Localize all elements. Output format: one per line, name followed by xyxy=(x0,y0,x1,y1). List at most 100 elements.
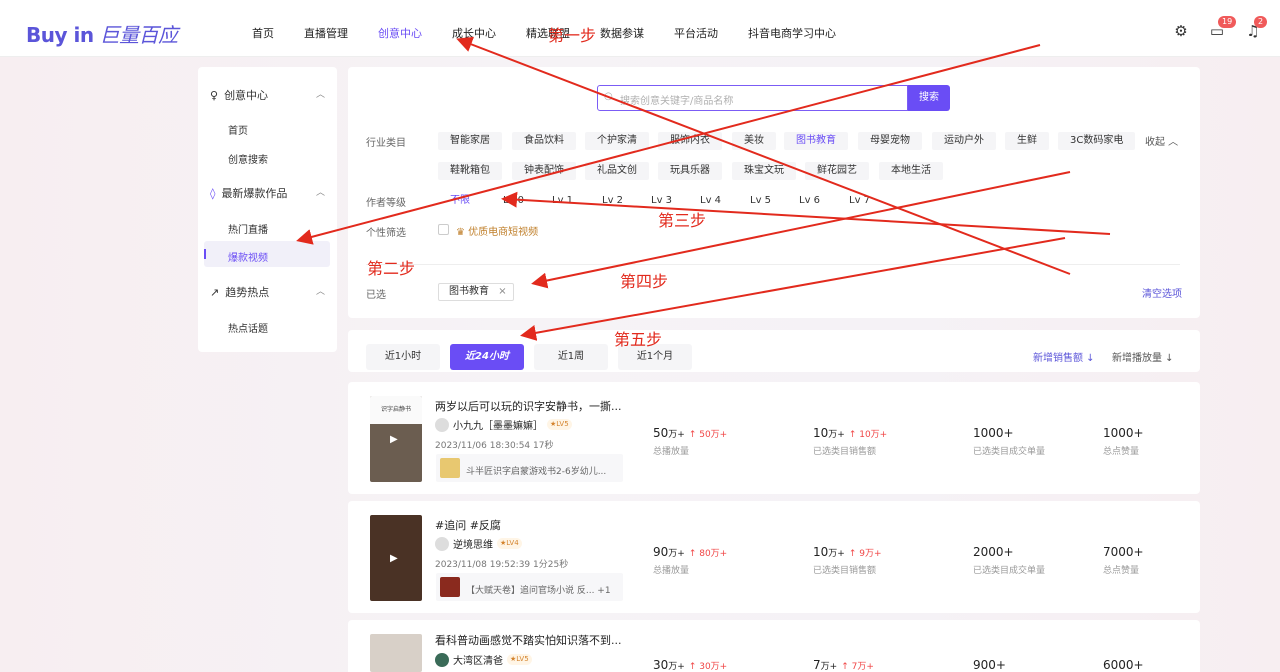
divider xyxy=(366,264,1180,265)
industry-chip-active[interactable]: 图书教育 xyxy=(784,132,848,150)
video-thumbnail[interactable] xyxy=(370,634,422,672)
time-1w-button[interactable]: 近1周 xyxy=(534,344,608,370)
level-badge: ★LV5 xyxy=(507,654,532,665)
level-chip[interactable]: Lv 1 xyxy=(540,192,585,210)
industry-chip[interactable]: 礼品文创 xyxy=(585,162,649,180)
level-chip-active[interactable]: 不限 xyxy=(438,192,482,210)
time-range-bar: 近1小时 近24小时 近1周 近1个月 新增销售额 ↓ 新增播放量 ↓ xyxy=(348,330,1200,372)
sidebar-item-home[interactable]: 首页 xyxy=(228,122,248,137)
chevron-up-icon[interactable]: ︿ xyxy=(316,185,325,198)
video-meta: 2023/11/08 19:52:39 1分25秒 xyxy=(435,560,569,570)
filter-panel: ○ 搜索创意关键字/商品名称 搜索 行业类目 智能家居 食品饮料 个护家清 服饰内… xyxy=(348,67,1200,318)
sidebar-item-videos[interactable]: 爆款视频 xyxy=(228,249,268,264)
sidebar-item-search[interactable]: 创意搜索 xyxy=(228,151,268,166)
nav-learning[interactable]: 抖音电商学习中心 xyxy=(748,25,836,41)
annotation-step3: 第三步 xyxy=(658,211,707,230)
logo[interactable]: Buy in 巨量百应 xyxy=(26,19,178,48)
chevron-up-icon[interactable]: ︿ xyxy=(316,87,325,100)
industry-chip[interactable]: 生鲜 xyxy=(1005,132,1049,150)
nav-growth[interactable]: 成长中心 xyxy=(452,25,496,41)
notification-badge: 2 xyxy=(1254,16,1268,28)
message-icon[interactable]: ▭ 19 xyxy=(1209,16,1237,39)
author-level-label: 作者等级 xyxy=(366,198,406,209)
top-bar: Buy in 巨量百应 首页 直播管理 创意中心 成长中心 精选联盟 数据参谋 平… xyxy=(0,0,1280,57)
nav-activity[interactable]: 平台活动 xyxy=(674,25,718,41)
annotation-step5: 第五步 xyxy=(614,330,663,349)
selected-label: 已选 xyxy=(366,290,386,301)
level-chip[interactable]: Lv 7 xyxy=(837,192,882,210)
level-badge: ★LV4 xyxy=(497,538,522,549)
metric-likes: 7000+ 总点赞量 xyxy=(1103,545,1144,576)
metric-sales: 10万+ ↑ 9万+ 已选类目销售额 xyxy=(813,545,882,576)
search-input[interactable]: ○ 搜索创意关键字/商品名称 xyxy=(597,85,908,111)
product-item[interactable]: 斗半匠识字启蒙游戏书2-6岁幼儿... xyxy=(436,454,623,482)
medal-icon: ♛ xyxy=(456,227,465,238)
time-24h-button[interactable]: 近24小时 xyxy=(450,344,524,370)
industry-chip[interactable]: 个护家清 xyxy=(585,132,649,150)
industry-chip[interactable]: 3C数码家电 xyxy=(1058,132,1136,150)
close-icon[interactable]: × xyxy=(498,286,506,297)
video-thumbnail[interactable]: 识字启静书 ▶ xyxy=(370,396,422,482)
industry-label: 行业类目 xyxy=(366,138,406,149)
nav-home[interactable]: 首页 xyxy=(252,25,274,41)
personal-filter-label: 个性筛选 xyxy=(366,228,406,239)
sort-sales-button[interactable]: 新增销售额 ↓ xyxy=(1033,349,1095,364)
industry-chip[interactable]: 珠宝文玩 xyxy=(732,162,796,180)
level-chip[interactable]: Lv 6 xyxy=(787,192,832,210)
industry-chip[interactable]: 美妆 xyxy=(732,132,776,150)
industry-chip[interactable]: 服饰内衣 xyxy=(658,132,722,150)
industry-chip[interactable]: 本地生活 xyxy=(879,162,943,180)
industry-chip[interactable]: 智能家居 xyxy=(438,132,502,150)
level-chip[interactable]: Lv 5 xyxy=(738,192,783,210)
video-title[interactable]: #追问 #反腐 xyxy=(435,517,501,533)
nav-data[interactable]: 数据参谋 xyxy=(600,25,644,41)
industry-chip[interactable]: 运动户外 xyxy=(932,132,996,150)
video-card[interactable]: 识字启静书 ▶ 两岁以后可以玩的识字安静书，一撕... 小九九［墨墨嫲嫲］ ★LV5… xyxy=(348,382,1200,494)
nav-live[interactable]: 直播管理 xyxy=(304,25,348,41)
sort-plays-button[interactable]: 新增播放量 ↓ xyxy=(1112,349,1174,364)
play-icon: ▶ xyxy=(390,434,398,445)
annotation-step1: 第一步 xyxy=(548,26,597,45)
level-chip[interactable]: Lv 2 xyxy=(590,192,635,210)
industry-chip[interactable]: 食品饮料 xyxy=(512,132,576,150)
metric-plays: 90万+ ↑ 80万+ 总播放量 xyxy=(653,545,728,576)
video-card[interactable]: ▶ #追问 #反腐 逆境思维 ★LV4 2023/11/08 19:52:39 1… xyxy=(348,501,1200,613)
nav-creative[interactable]: 创意中心 xyxy=(378,25,422,41)
play-icon: ▶ xyxy=(390,553,398,564)
metric-likes: 1000+ 总点赞量 xyxy=(1103,426,1144,457)
industry-chip[interactable]: 母婴宠物 xyxy=(858,132,922,150)
collapse-toggle[interactable]: 收起 ︿ xyxy=(1145,133,1178,148)
video-title[interactable]: 看科普动画感觉不踏实怕知识落不到... xyxy=(435,632,622,648)
video-card[interactable]: 看科普动画感觉不踏实怕知识落不到... 大湾区清爸 ★LV5 30万+ ↑ 30万+… xyxy=(348,620,1200,672)
level-badge: ★LV5 xyxy=(547,419,572,430)
time-1h-button[interactable]: 近1小时 xyxy=(366,344,440,370)
video-thumbnail[interactable]: ▶ xyxy=(370,515,422,601)
chevron-up-icon[interactable]: ︿ xyxy=(316,284,325,297)
sidebar-item-live[interactable]: 热门直播 xyxy=(228,221,268,236)
selected-chip[interactable]: 图书教育 × xyxy=(438,283,514,301)
sidebar-group-hot[interactable]: ◊ 最新爆款作品 xyxy=(210,185,287,201)
sidebar-group-creative[interactable]: ♀ 创意中心 xyxy=(210,87,268,103)
product-item[interactable]: 【大赋天卷】追问官场小说 反... +1 xyxy=(436,573,623,601)
metric-orders: 900+ xyxy=(973,658,1006,672)
level-chip[interactable]: Lv 0 xyxy=(491,192,536,210)
sidebar-item-topics[interactable]: 热点话题 xyxy=(228,320,268,335)
sidebar-active-indicator xyxy=(204,249,206,259)
search-icon: ○ xyxy=(604,91,613,102)
quality-checkbox[interactable] xyxy=(438,224,449,235)
search-button[interactable]: 搜索 xyxy=(908,85,950,111)
industry-chip[interactable]: 玩具乐器 xyxy=(658,162,722,180)
quality-option[interactable]: ♛ 优质电商短视频 xyxy=(456,223,538,238)
author-row: 小九九［墨墨嫲嫲］ ★LV5 xyxy=(435,417,572,432)
sidebar: ♀ 创意中心 ︿ 首页 创意搜索 ◊ 最新爆款作品 ︿ 热门直播 爆款视频 ↗ 趋势热… xyxy=(198,67,337,352)
video-title[interactable]: 两岁以后可以玩的识字安静书，一撕... xyxy=(435,398,622,414)
metric-plays: 30万+ ↑ 30万+ xyxy=(653,658,728,672)
sidebar-group-trend[interactable]: ↗ 趋势热点 xyxy=(210,284,269,300)
bell-icon[interactable]: ♫ 2 xyxy=(1245,16,1268,39)
gear-icon[interactable]: ⚙ xyxy=(1173,23,1189,39)
industry-chip[interactable]: 鞋靴箱包 xyxy=(438,162,502,180)
annotation-step2: 第二步 xyxy=(367,259,416,278)
clear-filters-link[interactable]: 清空选项 xyxy=(1142,285,1182,300)
industry-chip[interactable]: 钟表配饰 xyxy=(512,162,576,180)
industry-chip[interactable]: 鲜花园艺 xyxy=(805,162,869,180)
